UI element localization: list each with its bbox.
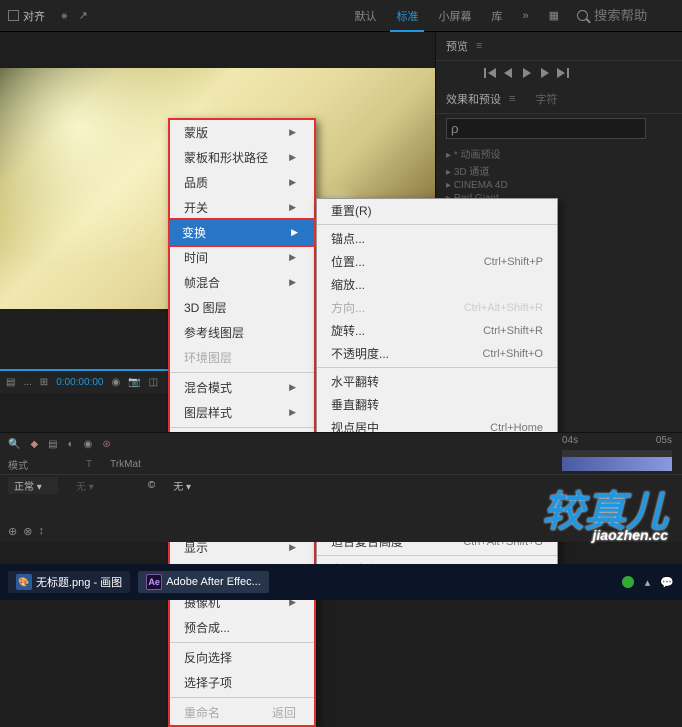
workspace-more-icon[interactable]: » [512,10,538,22]
menu-item-2[interactable]: 品质▶ [170,170,314,195]
first-frame-icon[interactable] [484,67,498,79]
mode-column-header[interactable]: 模式 [8,457,68,472]
lock-parent[interactable]: © [148,480,155,491]
last-frame-icon[interactable] [556,67,570,79]
preview-panel-header[interactable]: 预览 ≡ [436,32,682,61]
menu-item-0[interactable]: 蒙版▶ [170,120,314,145]
time-tick: 05s [656,435,672,446]
menu-item-1[interactable]: 蒙板和形状路径▶ [170,145,314,170]
submenu-item-2[interactable]: 锚点... [317,227,557,250]
effect-category[interactable]: 3D 通道 [446,162,672,179]
blend-mode-select[interactable]: 正常 ▾ [8,477,58,494]
panel-menu-icon[interactable]: ≡ [509,93,515,105]
menu-item-4[interactable]: 变换▶ [168,218,316,247]
play-icon[interactable] [520,67,534,79]
trkmat-column-header[interactable]: TrkMat [110,459,141,470]
zoom-value[interactable]: ... [23,377,31,388]
tool-icon[interactable]: ↗ [79,10,88,22]
submenu-item-3[interactable]: 位置...Ctrl+Shift+P [317,250,557,273]
toolbar-icons: ⚹ ↗ [61,9,96,23]
submenu-item-4[interactable]: 缩放... [317,273,557,296]
system-tray: ▴ 💬 [621,575,674,589]
menu-item-11[interactable]: 图层样式▶ [170,400,314,425]
taskbar-ae-app[interactable]: Ae Adobe After Effec... [138,571,269,593]
taskbar-paint-app[interactable]: 🎨 无标题.png - 画图 [8,571,130,593]
submenu-item-0[interactable]: 重置(R) [317,199,557,222]
menu-item-10[interactable]: 混合模式▶ [170,375,314,400]
tool-icon[interactable]: ⚹ [61,10,68,22]
toggle-icon[interactable]: ⊗ [23,525,32,538]
speech-tray-icon[interactable]: 💬 [660,576,674,589]
wechat-tray-icon[interactable] [621,575,635,589]
menu-item-5[interactable]: 时间▶ [170,245,314,270]
resolution-icon[interactable]: ⊞ [40,377,48,388]
tag-icon[interactable]: ◆ [30,439,38,450]
search-icon [577,10,588,21]
top-toolbar: 对齐 ⚹ ↗ 默认 标准 小屏幕 库 » ▦ [0,0,682,32]
effect-category[interactable]: * 动画预设 [446,145,672,162]
search-input[interactable] [594,8,674,23]
camera-icon[interactable]: 📷 [128,377,140,388]
menu-item-8[interactable]: 参考线图层 [170,320,314,345]
submenu-item-7[interactable]: 不透明度...Ctrl+Shift+O [317,342,557,365]
time-tick: 04s [562,435,578,446]
menu-item-20[interactable]: 反向选择 [170,645,314,670]
taskbar-app-label: Adobe After Effec... [166,576,261,588]
align-checkbox[interactable] [8,10,19,21]
paint-icon: 🎨 [16,574,32,590]
prev-frame-icon[interactable] [502,67,516,79]
align-label: 对齐 [23,8,45,24]
brain-icon[interactable]: ⊛ [102,439,110,450]
menu-item-21[interactable]: 选择子项 [170,670,314,695]
preview-panel-title: 预览 [446,38,468,54]
timeline-ruler: 04s 05s [562,433,672,460]
windows-taskbar: 🎨 无标题.png - 画图 Ae Adobe After Effec... ▴… [0,564,682,600]
current-time[interactable]: 0:00:00:00 [56,377,103,388]
menu-item-7[interactable]: 3D 图层 [170,295,314,320]
menu-item-6[interactable]: 帧混合▶ [170,270,314,295]
layer-bar[interactable] [562,457,672,471]
menu-item-9: 环境图层 [170,345,314,370]
layer-context-menu: 蒙版▶蒙板和形状路径▶品质▶开关▶变换▶时间▶帧混合▶3D 图层参考线图层环境图… [168,118,316,727]
effects-search-input[interactable] [446,118,646,139]
trkmat-value[interactable]: 无 ▾ [76,478,94,493]
mask-icon[interactable]: ◫ [149,377,158,388]
menu-item-22: 重命名返回 [170,700,314,725]
submenu-item-9[interactable]: 水平翻转 [317,370,557,393]
effects-panel-header[interactable]: 效果和预设 ≡ 字符 [436,85,682,114]
panel-menu-icon[interactable]: ≡ [476,40,482,52]
snapshot-icon[interactable]: ◉ [111,377,120,388]
toggle-icon[interactable]: ↕ [38,525,44,538]
workspace-lib[interactable]: 库 [481,8,512,24]
ae-icon: Ae [146,574,162,590]
watermark: 较真儿 jiaozhen.cc [542,494,668,542]
transport-controls [436,61,682,85]
toggle-icon[interactable]: ⊕ [8,525,17,538]
effects-panel-title: 效果和预设 [446,91,501,107]
workspace-tabs: 默认 标准 小屏幕 库 » ▦ [344,8,569,24]
panel-menu-icon[interactable]: ▦ [539,9,569,22]
effect-category[interactable]: CINEMA 4D [446,179,672,192]
tray-expand-icon[interactable]: ▴ [645,576,651,589]
menu-item-3[interactable]: 开关▶ [170,195,314,220]
motion-blur-icon[interactable]: ◉ [84,439,93,450]
search-help [577,8,674,23]
taskbar-app-label: 无标题.png - 画图 [36,574,122,590]
submenu-item-5: 方向...Ctrl+Alt+Shift+R [317,296,557,319]
magnification-icon[interactable]: ▤ [6,377,15,388]
workspace-standard[interactable]: 标准 [386,8,428,24]
character-tab[interactable]: 字符 [535,91,557,107]
menu-item-19[interactable]: 预合成... [170,615,314,640]
timeline-icon[interactable]: ▤ [48,439,57,450]
search-icon[interactable]: 🔍 [8,439,20,450]
timeline-bottom-controls: ⊕ ⊗ ↕ [8,525,44,538]
next-frame-icon[interactable] [538,67,552,79]
graph-icon[interactable]: ◐ [68,439,74,450]
workspace-default[interactable]: 默认 [344,8,386,24]
submenu-item-6[interactable]: 旋转...Ctrl+Shift+R [317,319,557,342]
workspace-small[interactable]: 小屏幕 [428,8,481,24]
parent-select[interactable]: 无 ▾ [173,478,191,493]
submenu-item-10[interactable]: 垂直翻转 [317,393,557,416]
